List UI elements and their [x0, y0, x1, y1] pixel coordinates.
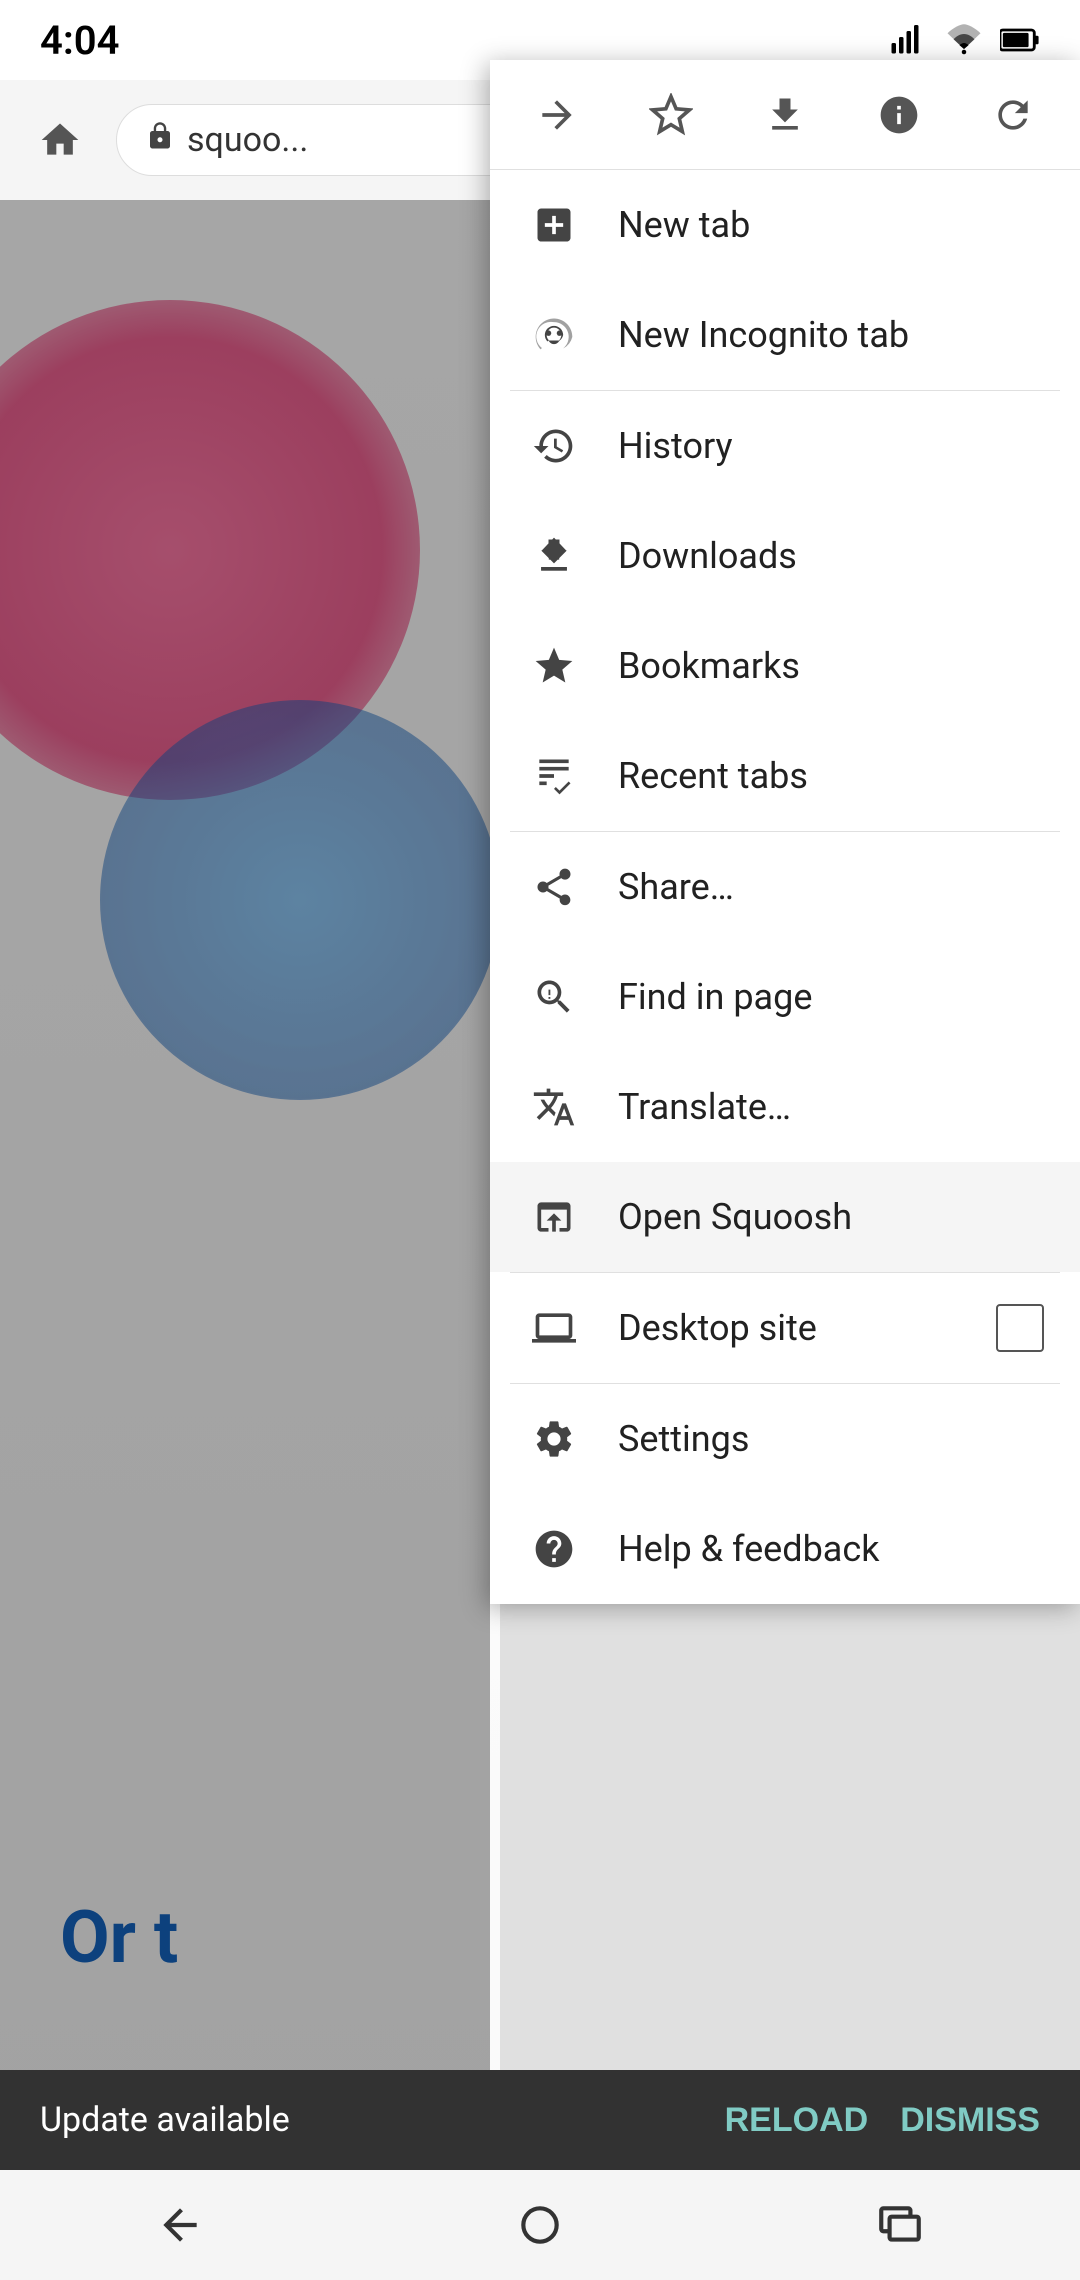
back-nav-button[interactable]	[130, 2175, 230, 2275]
menu-item-desktop-site[interactable]: Desktop site	[490, 1273, 1080, 1383]
info-button[interactable]	[854, 70, 944, 160]
refresh-button[interactable]	[968, 70, 1058, 160]
bookmark-star-button[interactable]	[626, 70, 716, 160]
menu-item-help-feedback[interactable]: Help & feedback	[490, 1494, 1080, 1604]
download-button[interactable]	[740, 70, 830, 160]
status-icons	[888, 20, 1040, 60]
incognito-icon	[526, 307, 582, 363]
update-actions: RELOAD DISMISS	[725, 2101, 1040, 2140]
menu-item-open-squoosh[interactable]: Open Squoosh	[490, 1162, 1080, 1272]
settings-label: Settings	[618, 1418, 1044, 1460]
settings-icon	[526, 1411, 582, 1467]
menu-toolbar	[490, 60, 1080, 170]
recent-tabs-label: Recent tabs	[618, 755, 1044, 797]
desktop-site-checkbox[interactable]	[996, 1304, 1044, 1352]
find-in-page-label: Find in page	[618, 976, 1044, 1018]
translate-icon	[526, 1079, 582, 1135]
menu-item-new-incognito-tab[interactable]: New Incognito tab	[490, 280, 1080, 390]
reload-button[interactable]: RELOAD	[725, 2101, 869, 2140]
dismiss-button[interactable]: DISMISS	[900, 2101, 1040, 2140]
menu-items-container: New tab New Incognito tab	[490, 170, 1080, 1604]
menu-item-settings[interactable]: Settings	[490, 1384, 1080, 1494]
battery-icon	[1000, 20, 1040, 60]
downloads-label: Downloads	[618, 535, 1044, 577]
home-nav-button[interactable]	[490, 2175, 590, 2275]
help-icon	[526, 1521, 582, 1577]
desktop-icon	[526, 1300, 582, 1356]
lock-icon	[145, 121, 175, 159]
open-squoosh-icon	[526, 1189, 582, 1245]
navigation-bar	[0, 2170, 1080, 2280]
incognito-label: New Incognito tab	[618, 314, 1044, 356]
share-icon	[526, 859, 582, 915]
context-menu: New tab New Incognito tab	[490, 60, 1080, 1604]
open-squoosh-label: Open Squoosh	[618, 1196, 1044, 1238]
find-icon	[526, 969, 582, 1025]
menu-item-new-tab[interactable]: New tab	[490, 170, 1080, 280]
dim-overlay	[0, 200, 490, 2280]
recent-tabs-icon	[526, 748, 582, 804]
menu-item-history[interactable]: History	[490, 391, 1080, 501]
share-label: Share…	[618, 866, 1044, 908]
help-feedback-label: Help & feedback	[618, 1528, 1044, 1570]
recents-nav-button[interactable]	[850, 2175, 950, 2275]
new-tab-label: New tab	[618, 204, 1044, 246]
bookmarks-icon	[526, 638, 582, 694]
history-label: History	[618, 425, 1044, 467]
translate-label: Translate…	[618, 1086, 1044, 1128]
downloads-icon	[526, 528, 582, 584]
status-time: 4:04	[40, 17, 119, 64]
home-button[interactable]	[20, 100, 100, 180]
menu-item-recent-tabs[interactable]: Recent tabs	[490, 721, 1080, 831]
wifi-icon	[944, 20, 984, 60]
menu-item-share[interactable]: Share…	[490, 832, 1080, 942]
menu-item-downloads[interactable]: Downloads	[490, 501, 1080, 611]
menu-item-find-in-page[interactable]: Find in page	[490, 942, 1080, 1052]
forward-button[interactable]	[512, 70, 602, 160]
update-banner: Update available RELOAD DISMISS	[0, 2070, 1080, 2170]
new-tab-icon	[526, 197, 582, 253]
bookmarks-label: Bookmarks	[618, 645, 1044, 687]
signal-icon	[888, 20, 928, 60]
menu-item-translate[interactable]: Translate…	[490, 1052, 1080, 1162]
history-icon	[526, 418, 582, 474]
desktop-site-label: Desktop site	[618, 1307, 960, 1349]
update-text: Update available	[40, 2100, 290, 2140]
menu-item-bookmarks[interactable]: Bookmarks	[490, 611, 1080, 721]
